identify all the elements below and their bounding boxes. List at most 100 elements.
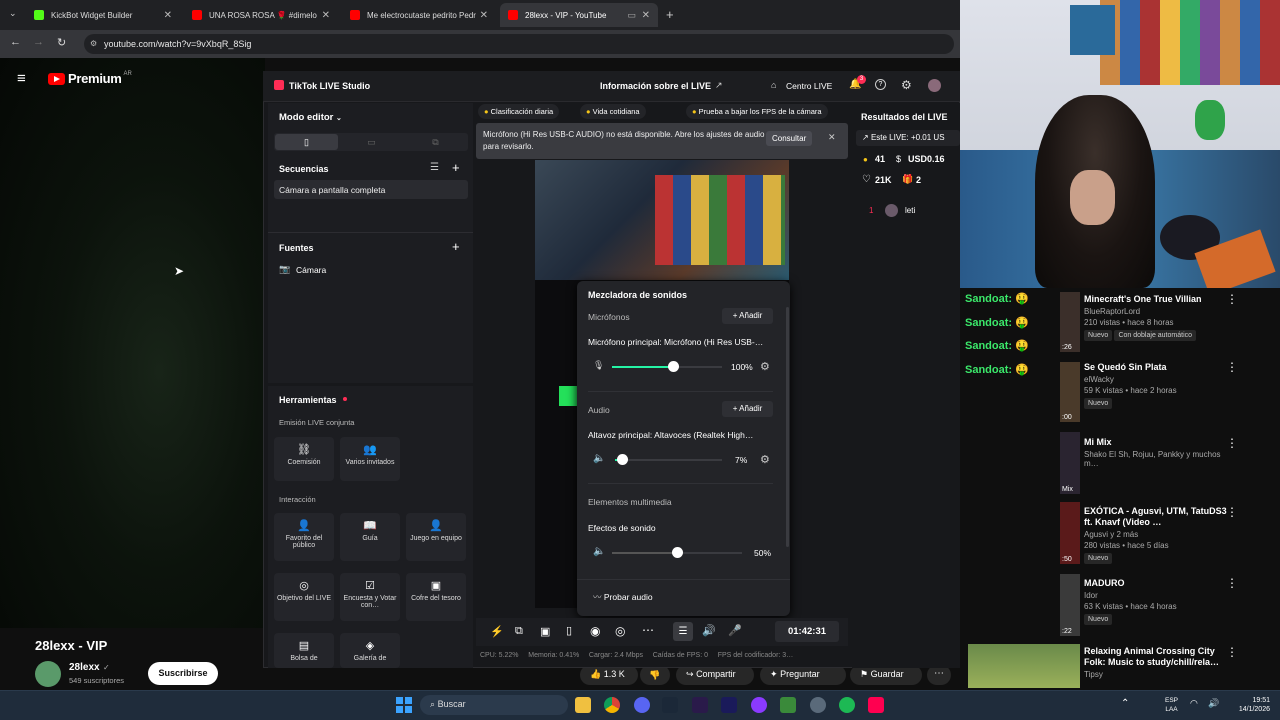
share-icon[interactable]: ↗: [715, 80, 723, 91]
thumbnail[interactable]: Mix: [1060, 432, 1080, 494]
tool-juego-equipo[interactable]: 👤 Juego en equipo: [406, 513, 466, 561]
tool-guia[interactable]: 📖 Guía: [340, 513, 400, 561]
settings-gear-icon[interactable]: ⚙: [901, 78, 912, 92]
tiktok-icon[interactable]: [868, 697, 884, 713]
tab-list-chevron-icon[interactable]: ⌄: [9, 8, 17, 19]
tool-favorito[interactable]: 👤 Favorito del público: [274, 513, 334, 561]
save-button[interactable]: ⚑ Guardar: [850, 665, 922, 685]
tab-active-youtube[interactable]: 28lexx - VIP - YouTube ▭ ✕: [500, 3, 658, 27]
more-options-icon[interactable]: ⋮: [1226, 645, 1238, 659]
recommendation-item[interactable]: Mi Mix Shako El Sh, Rojuu, Pankky y much…: [1084, 437, 1234, 468]
thumbnail[interactable]: :50: [1060, 502, 1080, 564]
close-icon[interactable]: ✕: [480, 10, 488, 21]
spotify-icon[interactable]: [839, 697, 855, 713]
effects-icon[interactable]: ◎: [615, 624, 625, 638]
mixer-toggle-button[interactable]: ☰: [673, 622, 693, 641]
tab-pedrito[interactable]: Me electrocutaste pedrito Pedr ✕: [342, 3, 496, 27]
recommendation-item[interactable]: Minecraft's One True Villian BlueRaptorL…: [1084, 294, 1234, 341]
mic-volume-slider[interactable]: [612, 361, 722, 372]
tool-cofre[interactable]: ▣ Cofre del tesoro: [406, 573, 466, 621]
layout-split-button[interactable]: ⧉: [404, 134, 467, 150]
video-player[interactable]: [0, 58, 265, 628]
chip-vida[interactable]: ● Vida cotidiana: [580, 104, 646, 119]
microphone-icon[interactable]: 🎙: [593, 360, 604, 371]
tab-kickbot[interactable]: KickBot Widget Builder ✕: [26, 3, 180, 27]
editor-mode-dropdown[interactable]: Modo editor ⌄: [279, 112, 342, 123]
channel-name[interactable]: 28lexx: [69, 662, 100, 673]
settings-icon[interactable]: [810, 697, 826, 713]
source-item-camera[interactable]: Cámara: [296, 265, 326, 275]
more-options-icon[interactable]: ⋮: [1226, 292, 1238, 306]
more-options-icon[interactable]: ⋮: [1226, 505, 1238, 519]
phone-icon[interactable]: ▯: [566, 624, 572, 637]
chrome-icon[interactable]: [604, 697, 620, 713]
live-info-title[interactable]: Información sobre el LIVE: [600, 81, 711, 91]
speaker-tray-icon[interactable]: 🔊: [1208, 698, 1219, 709]
app-icon[interactable]: [751, 697, 767, 713]
ask-button[interactable]: ✦ Preguntar: [760, 665, 846, 685]
close-icon[interactable]: ✕: [164, 10, 172, 21]
close-icon[interactable]: ✕: [322, 10, 330, 21]
tab-rosa[interactable]: UNA ROSA ROSA 🌹 #dimelo ✕: [184, 3, 338, 27]
wifi-icon[interactable]: ◠: [1190, 698, 1198, 709]
recommendation-item[interactable]: MADURO Idor 63 K vistas • hace 4 horas N…: [1084, 578, 1234, 625]
help-icon[interactable]: ?: [875, 79, 886, 90]
tool-bolsa[interactable]: ▤ Bolsa de: [274, 633, 334, 668]
layout-portrait-button[interactable]: ▯: [275, 134, 338, 150]
centro-live-link[interactable]: Centro LIVE: [786, 81, 832, 91]
tool-encuesta[interactable]: ☑ Encuesta y Votar con…: [340, 573, 400, 621]
mic-icon[interactable]: 🎤: [728, 624, 742, 637]
record-icon[interactable]: ◉: [590, 624, 600, 638]
thumbnail[interactable]: :26: [1060, 292, 1080, 352]
dislike-button[interactable]: 👎: [640, 665, 670, 685]
thumbnail[interactable]: :22: [1060, 574, 1080, 636]
discord-icon[interactable]: [634, 697, 650, 713]
more-options-icon[interactable]: ⋮: [1226, 360, 1238, 374]
file-explorer-icon[interactable]: [575, 697, 591, 713]
more-icon[interactable]: ⋯: [642, 623, 654, 637]
avatar[interactable]: [35, 661, 61, 687]
sequence-item[interactable]: Cámara a pantalla completa: [274, 180, 468, 199]
windows-start-icon[interactable]: [396, 697, 412, 713]
test-audio-button[interactable]: 〰 Probar audio: [593, 591, 653, 603]
add-sequence-icon[interactable]: +: [452, 160, 460, 175]
taskbar-search[interactable]: ⌕ Buscar: [420, 695, 568, 715]
thumbnail[interactable]: [968, 644, 1080, 688]
menu-icon[interactable]: ≡: [17, 70, 26, 87]
magic-wand-icon[interactable]: ⚡: [490, 625, 504, 638]
effects-speaker-icon[interactable]: 🔈: [593, 546, 605, 557]
media-icon[interactable]: ▣: [540, 625, 550, 638]
mic-volume-knob[interactable]: [668, 361, 679, 372]
back-icon[interactable]: ←: [10, 36, 21, 48]
add-mic-button[interactable]: + Añadir: [722, 308, 773, 324]
speaker-volume-knob[interactable]: [617, 454, 628, 465]
list-icon[interactable]: ☰: [430, 162, 439, 173]
cast-icon[interactable]: ▭: [627, 10, 636, 21]
speaker-settings-gear-icon[interactable]: ⚙: [760, 453, 770, 466]
layout-landscape-button[interactable]: ▭: [340, 134, 403, 150]
speaker-icon[interactable]: 🔈: [593, 453, 605, 464]
more-options-icon[interactable]: ⋮: [1226, 576, 1238, 590]
site-info-icon[interactable]: ⚙: [90, 34, 97, 54]
profile-avatar[interactable]: [928, 79, 941, 92]
recommendation-item[interactable]: EXÓTICA - Agusvi, UTM, TatuDS3 ft. Knavf…: [1084, 506, 1234, 564]
more-options-icon[interactable]: ⋮: [1226, 436, 1238, 450]
add-audio-button[interactable]: + Añadir: [722, 401, 773, 417]
forward-icon[interactable]: →: [33, 36, 44, 48]
url-field[interactable]: ⚙ youtube.com/watch?v=9vXbqR_8Sig: [84, 34, 954, 54]
language-indicator[interactable]: ESP LAA: [1165, 696, 1178, 714]
recommendation-item[interactable]: Relaxing Animal Crossing City Folk: Musi…: [1084, 646, 1234, 679]
tool-galeria[interactable]: ◈ Galería de: [340, 633, 400, 668]
home-icon[interactable]: ⌂: [771, 80, 776, 90]
effects-volume-slider[interactable]: [612, 547, 742, 558]
close-icon[interactable]: ✕: [642, 10, 650, 21]
subscribe-button[interactable]: Suscribirse: [148, 662, 218, 685]
consultar-button[interactable]: Consultar: [766, 131, 813, 146]
mixer-scrollbar[interactable]: [786, 307, 789, 547]
recommendation-item[interactable]: Se Quedó Sin Plata elWacky 59 K vistas •…: [1084, 362, 1234, 409]
chip-fps-tip[interactable]: ● Prueba a bajar los FPS de la cámara: [686, 104, 828, 119]
add-source-icon[interactable]: +: [452, 239, 460, 254]
new-tab-icon[interactable]: +: [666, 7, 674, 22]
premiere-icon[interactable]: [692, 697, 708, 713]
close-icon[interactable]: ✕: [828, 132, 836, 143]
